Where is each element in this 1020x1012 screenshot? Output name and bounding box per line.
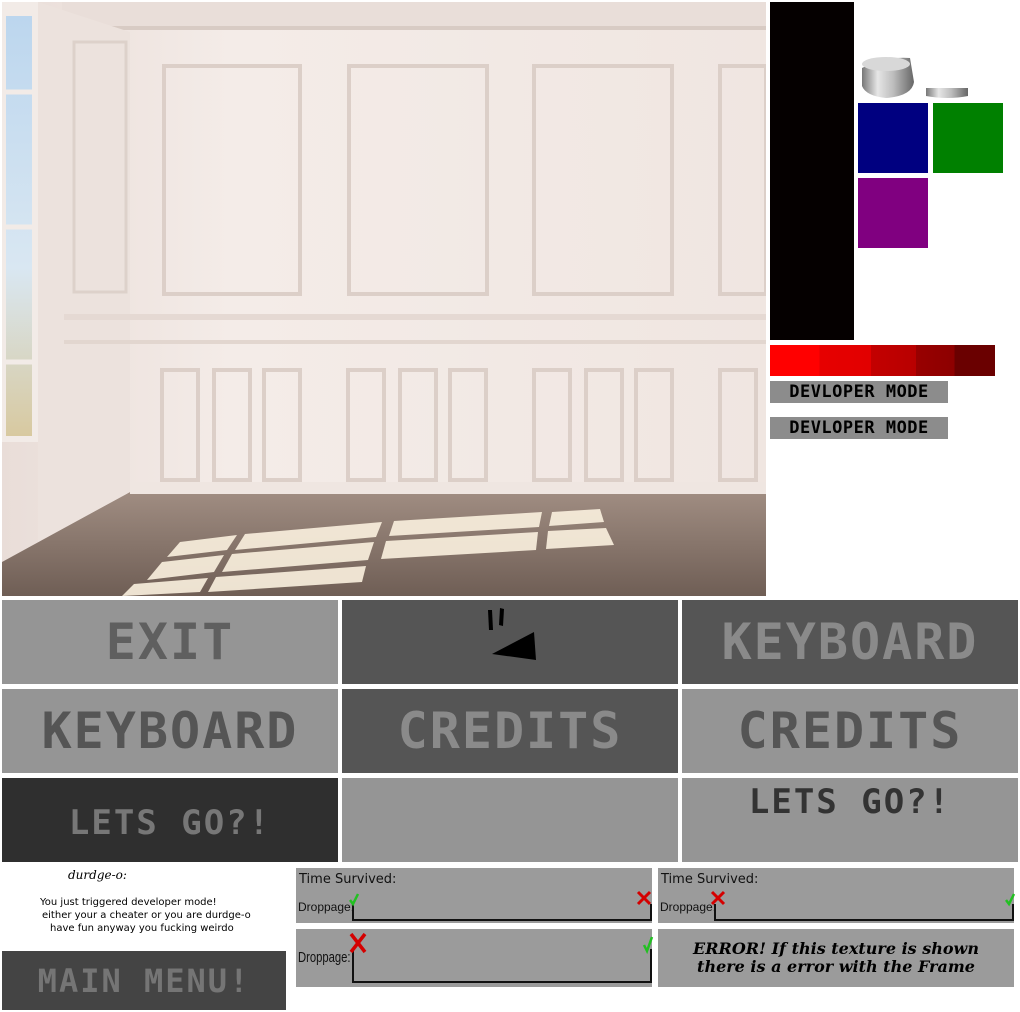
main-menu-button[interactable]: MAIN MENU! <box>2 951 286 1010</box>
message-text: You just triggered developer mode! either… <box>40 896 251 935</box>
error-frame-texture: ERROR! If this texture is shown there is… <box>658 929 1014 987</box>
droppage-track <box>352 904 652 921</box>
message-line-2: either your a cheater or you are durdge-… <box>42 910 251 921</box>
droppage-label: Droppage: <box>660 900 717 914</box>
x-icon <box>710 890 726 906</box>
exit-button[interactable]: EXIT <box>2 600 338 684</box>
keyboard-button-alt[interactable]: KEYBOARD <box>2 689 338 773</box>
error-line-2: there is a error with the Frame <box>697 957 975 976</box>
blue-swatch <box>858 103 928 173</box>
droppage-track <box>714 904 1014 921</box>
cylinder-icon <box>862 57 968 98</box>
message-line-3: have fun anyway you fucking weirdo <box>50 923 234 934</box>
hud-panel: Time Survived: Droppage: <box>296 868 652 923</box>
room-texture <box>2 2 766 596</box>
face-button[interactable] <box>342 600 678 684</box>
green-swatch <box>933 103 1003 173</box>
message-line-1: You just triggered developer mode! <box>40 897 217 908</box>
credits-button-alt[interactable]: CREDITS <box>682 689 1018 773</box>
lets-go-button[interactable]: LETS GO?! <box>2 778 338 862</box>
room-illustration <box>2 2 766 596</box>
face-icon <box>488 608 536 660</box>
time-survived-label: Time Survived: <box>299 872 397 887</box>
developer-message: durdge-o: You just triggered developer m… <box>2 866 286 950</box>
developer-mode-label-alt: DEVLOPER MODE <box>770 417 948 439</box>
purple-swatch <box>858 178 928 248</box>
x-icon <box>349 932 367 954</box>
check-icon <box>1005 893 1016 907</box>
signature: durdge-o: <box>68 868 127 882</box>
hud-panel-alt: Time Survived: Droppage: <box>658 868 1016 923</box>
lets-go-button-alt[interactable]: LETS GO?! <box>682 778 1018 862</box>
blank-button[interactable] <box>342 778 678 862</box>
black-bar-texture <box>770 2 854 340</box>
check-icon <box>349 893 360 907</box>
droppage-panel: Droppage: <box>296 929 654 987</box>
developer-mode-label: DEVLOPER MODE <box>770 381 948 403</box>
droppage-track <box>352 949 652 983</box>
error-line-1: ERROR! If this texture is shown <box>693 939 979 958</box>
check-icon <box>642 936 654 955</box>
droppage-label: Droppage: <box>298 949 351 966</box>
credits-button[interactable]: CREDITS <box>342 689 678 773</box>
droppage-label: Droppage: <box>298 900 355 914</box>
health-bar-texture <box>770 345 995 376</box>
x-icon <box>636 890 652 906</box>
keyboard-button[interactable]: KEYBOARD <box>682 600 1018 684</box>
time-survived-label: Time Survived: <box>661 872 759 887</box>
